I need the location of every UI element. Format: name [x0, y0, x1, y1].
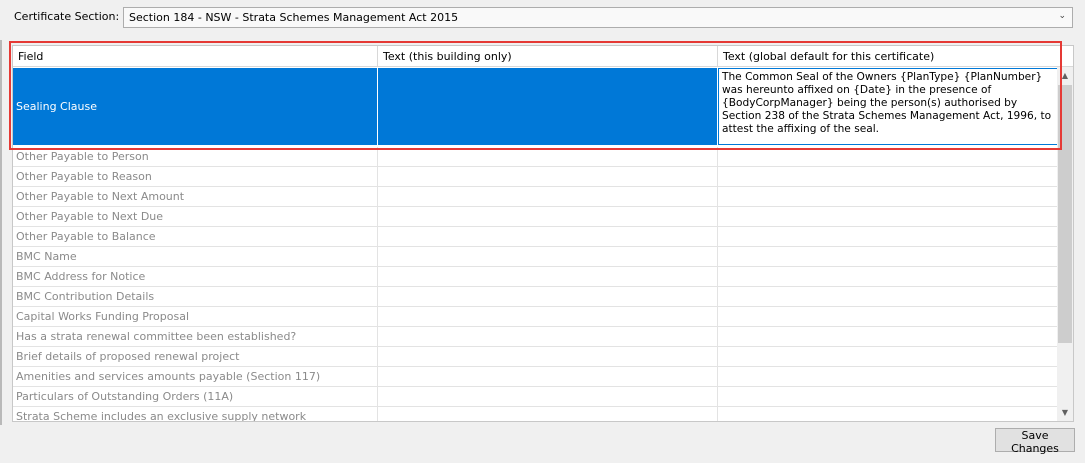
field-cell[interactable]: BMC Address for Notice [13, 267, 378, 286]
chevron-down-icon: ⌄ [1058, 11, 1066, 21]
field-cell[interactable]: Other Payable to Balance [13, 227, 378, 246]
grid-header: Field Text (this building only) Text (gl… [13, 46, 1073, 67]
global-text-cell[interactable] [718, 367, 1058, 386]
building-text-cell[interactable] [378, 167, 718, 186]
table-row[interactable]: Other Payable to Balance [13, 227, 1058, 247]
field-cell[interactable]: Capital Works Funding Proposal [13, 307, 378, 326]
building-text-cell[interactable] [378, 287, 718, 306]
field-cell[interactable]: Strata Scheme includes an exclusive supp… [13, 407, 378, 421]
vertical-scrollbar[interactable]: ▲ ▼ [1057, 67, 1073, 421]
scroll-up-icon[interactable]: ▲ [1057, 67, 1073, 84]
building-text-cell[interactable] [378, 147, 718, 166]
field-cell[interactable]: Amenities and services amounts payable (… [13, 367, 378, 386]
save-changes-button[interactable]: Save Changes [995, 428, 1075, 455]
building-text-cell[interactable] [378, 227, 718, 246]
table-row-selected[interactable]: Sealing Clause The Common Seal of the Ow… [13, 68, 1058, 146]
scroll-down-icon[interactable]: ▼ [1057, 405, 1073, 421]
building-text-cell[interactable] [378, 207, 718, 226]
global-text-cell[interactable] [718, 287, 1058, 306]
field-cell[interactable]: Other Payable to Person [13, 147, 378, 166]
table-row[interactable]: Amenities and services amounts payable (… [13, 367, 1058, 387]
column-header-building-text[interactable]: Text (this building only) [378, 46, 718, 67]
global-text-cell[interactable] [718, 167, 1058, 186]
table-row[interactable]: Other Payable to Reason [13, 167, 1058, 187]
global-text-cell[interactable] [718, 187, 1058, 206]
building-text-cell[interactable] [378, 247, 718, 266]
field-cell[interactable]: BMC Name [13, 247, 378, 266]
global-text-cell[interactable] [718, 147, 1058, 166]
field-cell[interactable]: BMC Contribution Details [13, 287, 378, 306]
fields-grid: Field Text (this building only) Text (gl… [12, 45, 1074, 422]
certificate-section-bar: Certificate Section: Section 184 - NSW -… [0, 0, 1085, 34]
table-row[interactable]: Other Payable to Person [13, 147, 1058, 167]
building-text-cell[interactable] [378, 187, 718, 206]
table-row[interactable]: Capital Works Funding Proposal [13, 307, 1058, 327]
building-text-cell[interactable] [378, 68, 718, 145]
building-text-cell[interactable] [378, 307, 718, 326]
field-cell[interactable]: Other Payable to Next Amount [13, 187, 378, 206]
scrollbar-thumb[interactable] [1058, 85, 1072, 343]
table-row[interactable]: Particulars of Outstanding Orders (11A) [13, 387, 1058, 407]
window-edge [0, 40, 2, 425]
column-header-global-text[interactable]: Text (global default for this certificat… [718, 46, 1073, 67]
certificate-section-dropdown[interactable]: Section 184 - NSW - Strata Schemes Manag… [123, 7, 1073, 28]
field-cell[interactable]: Brief details of proposed renewal projec… [13, 347, 378, 366]
table-row[interactable]: BMC Contribution Details [13, 287, 1058, 307]
building-text-cell[interactable] [378, 327, 718, 346]
field-cell[interactable]: Has a strata renewal committee been esta… [13, 327, 378, 346]
building-text-cell[interactable] [378, 347, 718, 366]
field-cell[interactable]: Other Payable to Reason [13, 167, 378, 186]
field-cell[interactable]: Other Payable to Next Due [13, 207, 378, 226]
global-text-cell[interactable] [718, 307, 1058, 326]
global-text-cell[interactable] [718, 327, 1058, 346]
table-row[interactable]: Has a strata renewal committee been esta… [13, 327, 1058, 347]
field-cell[interactable]: Sealing Clause [13, 68, 378, 145]
building-text-cell[interactable] [378, 407, 718, 421]
global-text-cell[interactable] [718, 347, 1058, 366]
table-row[interactable]: Other Payable to Next Due [13, 207, 1058, 227]
certificate-section-value: Section 184 - NSW - Strata Schemes Manag… [129, 11, 459, 24]
global-text-cell[interactable] [718, 227, 1058, 246]
global-text-cell[interactable] [718, 247, 1058, 266]
global-text-cell[interactable] [718, 207, 1058, 226]
building-text-cell[interactable] [378, 387, 718, 406]
table-row[interactable]: BMC Address for Notice [13, 267, 1058, 287]
table-row[interactable]: Other Payable to Next Amount [13, 187, 1058, 207]
global-text-cell[interactable] [718, 267, 1058, 286]
field-cell[interactable]: Particulars of Outstanding Orders (11A) [13, 387, 378, 406]
column-header-field[interactable]: Field [13, 46, 378, 67]
building-text-cell[interactable] [378, 267, 718, 286]
table-row[interactable]: Brief details of proposed renewal projec… [13, 347, 1058, 367]
table-row[interactable]: Strata Scheme includes an exclusive supp… [13, 407, 1058, 421]
global-text-editor[interactable]: The Common Seal of the Owners {PlanType}… [718, 68, 1058, 145]
table-row[interactable]: BMC Name [13, 247, 1058, 267]
global-text-cell[interactable] [718, 387, 1058, 406]
global-text-cell[interactable] [718, 407, 1058, 421]
certificate-section-label: Certificate Section: [14, 10, 120, 23]
building-text-cell[interactable] [378, 367, 718, 386]
